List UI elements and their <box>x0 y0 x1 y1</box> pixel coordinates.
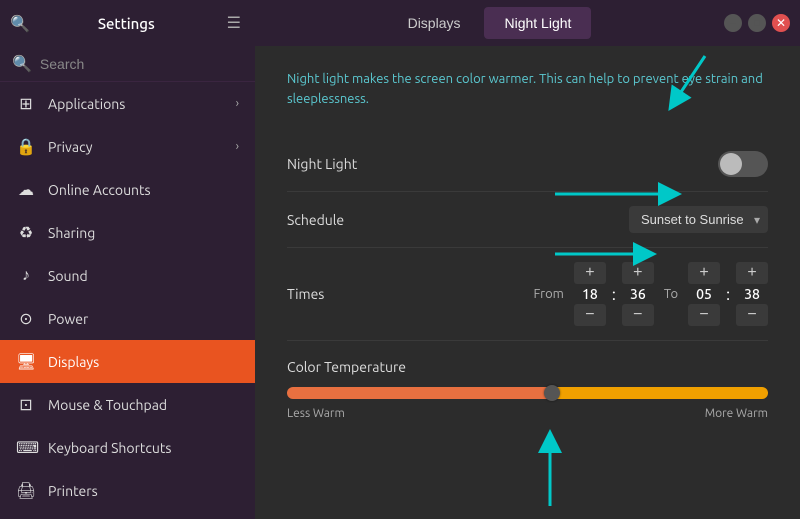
from-minute-increment[interactable]: + <box>622 262 654 284</box>
applications-icon: ⊞ <box>16 94 36 113</box>
from-label: From <box>534 287 564 301</box>
from-hour-spinner: + 18 − <box>574 262 606 326</box>
to-label: To <box>664 287 678 301</box>
sidebar-item-label: Sharing <box>48 225 239 241</box>
sidebar-item-label: Online Accounts <box>48 182 239 198</box>
schedule-dropdown[interactable]: Sunset to Sunrise Manual Disabled <box>629 206 768 233</box>
sidebar-item-mouse-touchpad[interactable]: ⊡ Mouse & Touchpad <box>0 383 255 426</box>
to-minute-value: 38 <box>736 286 768 302</box>
sidebar-item-sharing[interactable]: ♻ Sharing <box>0 211 255 254</box>
chevron-right-icon: › <box>236 97 239 110</box>
sidebar-item-online-accounts[interactable]: ☁ Online Accounts <box>0 168 255 211</box>
times-label: Times <box>287 286 427 302</box>
schedule-label: Schedule <box>287 212 427 228</box>
to-minute-decrement[interactable]: − <box>736 304 768 326</box>
sidebar-item-privacy[interactable]: 🔒 Privacy › <box>0 125 255 168</box>
color-temperature-track[interactable] <box>287 387 768 399</box>
more-warm-label: More Warm <box>705 407 768 420</box>
displays-icon: 🖥 <box>16 352 36 371</box>
window-controls: – □ ✕ <box>724 14 800 32</box>
sidebar-item-power[interactable]: ⊙ Power <box>0 297 255 340</box>
sidebar-item-label: Printers <box>48 483 239 499</box>
title-search-icon: 🔍 <box>10 14 30 33</box>
color-temperature-slider-area: Less Warm More Warm <box>287 387 768 420</box>
to-minute-increment[interactable]: + <box>736 262 768 284</box>
mouse-icon: ⊡ <box>16 395 36 414</box>
sidebar-item-sound[interactable]: ♪ Sound <box>0 254 255 297</box>
search-input[interactable] <box>40 56 243 72</box>
less-warm-label: Less Warm <box>287 407 345 420</box>
time-colon-1: : <box>612 284 616 304</box>
power-icon: ⊙ <box>16 309 36 328</box>
to-hour-decrement[interactable]: − <box>688 304 720 326</box>
to-hour-value: 05 <box>688 286 720 302</box>
from-hour-decrement[interactable]: − <box>574 304 606 326</box>
toggle-knob <box>720 153 742 175</box>
title-bar: 🔍 Settings ☰ Displays Night Light – □ ✕ <box>0 0 800 46</box>
sidebar-search-bar[interactable]: 🔍 <box>0 46 255 82</box>
sidebar-item-label: Displays <box>48 354 239 370</box>
tab-area: Displays Night Light <box>255 7 724 39</box>
time-colon-2: : <box>726 284 730 304</box>
schedule-control: Sunset to Sunrise Manual Disabled <box>427 206 768 233</box>
close-button[interactable]: ✕ <box>772 14 790 32</box>
tab-night-light[interactable]: Night Light <box>484 7 591 39</box>
maximize-button[interactable]: □ <box>748 14 766 32</box>
sound-icon: ♪ <box>16 266 36 285</box>
times-row: Times From + 18 − : + 36 − To <box>287 248 768 341</box>
minimize-button[interactable]: – <box>724 14 742 32</box>
sharing-icon: ♻ <box>16 223 36 242</box>
online-accounts-icon: ☁ <box>16 180 36 199</box>
to-hour-spinner: + 05 − <box>688 262 720 326</box>
sidebar-item-printers[interactable]: 🖨 Printers <box>0 469 255 512</box>
night-light-label: Night Light <box>287 156 427 172</box>
from-hour-value: 18 <box>574 286 606 302</box>
sidebar-item-label: Sound <box>48 268 239 284</box>
sidebar-item-label: Power <box>48 311 239 327</box>
panel-description: Night light makes the screen color warme… <box>287 70 768 109</box>
sidebar-item-displays[interactable]: 🖥 Displays <box>0 340 255 383</box>
to-minute-spinner: + 38 − <box>736 262 768 326</box>
hamburger-button[interactable]: ☰ <box>223 9 245 37</box>
night-light-control <box>427 151 768 177</box>
from-hour-increment[interactable]: + <box>574 262 606 284</box>
sidebar-item-label: Applications <box>48 96 224 112</box>
to-hour-increment[interactable]: + <box>688 262 720 284</box>
keyboard-icon: ⌨ <box>16 438 36 457</box>
sidebar-item-keyboard-shortcuts[interactable]: ⌨ Keyboard Shortcuts <box>0 426 255 469</box>
panel: Night light makes the screen color warme… <box>255 46 800 519</box>
printers-icon: 🖨 <box>16 481 36 500</box>
tab-displays[interactable]: Displays <box>388 7 481 39</box>
from-minute-spinner: + 36 − <box>622 262 654 326</box>
sidebar: 🔍 ⊞ Applications › 🔒 Privacy › ☁ Online … <box>0 46 255 519</box>
sidebar-item-label: Keyboard Shortcuts <box>48 440 239 456</box>
sidebar-search-icon: 🔍 <box>12 54 32 73</box>
color-temperature-row: Color Temperature Less Warm More Warm <box>287 341 768 438</box>
night-light-toggle[interactable] <box>718 151 768 177</box>
main-content: 🔍 ⊞ Applications › 🔒 Privacy › ☁ Online … <box>0 46 800 519</box>
title-bar-left: 🔍 Settings ☰ <box>0 9 255 37</box>
sidebar-item-applications[interactable]: ⊞ Applications › <box>0 82 255 125</box>
color-temperature-thumb[interactable] <box>544 385 560 401</box>
chevron-right-icon: › <box>236 140 239 153</box>
color-temperature-label: Color Temperature <box>287 359 768 375</box>
sidebar-item-label: Privacy <box>48 139 224 155</box>
from-minute-decrement[interactable]: − <box>622 304 654 326</box>
from-minute-value: 36 <box>622 286 654 302</box>
night-light-row: Night Light <box>287 137 768 192</box>
app-title: Settings <box>38 15 215 32</box>
slider-labels: Less Warm More Warm <box>287 407 768 420</box>
times-control: From + 18 − : + 36 − To + 05 <box>427 262 768 326</box>
privacy-icon: 🔒 <box>16 137 36 156</box>
schedule-dropdown-wrapper: Sunset to Sunrise Manual Disabled <box>629 206 768 233</box>
sidebar-item-label: Mouse & Touchpad <box>48 397 239 413</box>
schedule-row: Schedule Sunset to Sunrise Manual Disabl… <box>287 192 768 248</box>
